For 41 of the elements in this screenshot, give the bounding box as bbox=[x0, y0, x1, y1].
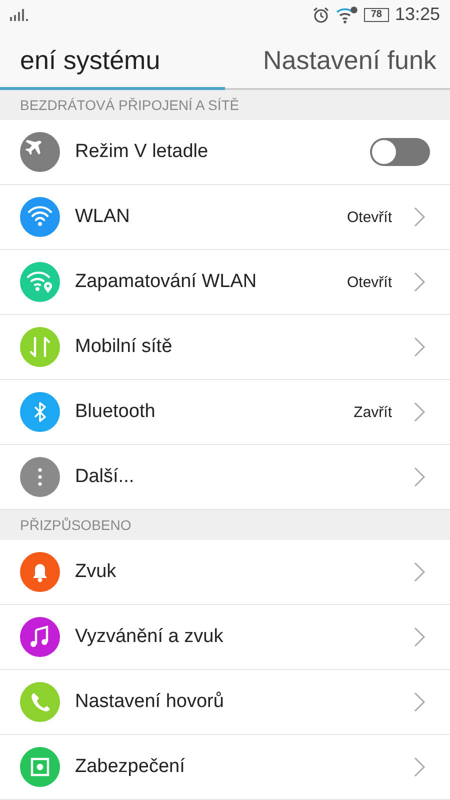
settings-item[interactable]: Nastavení hovorů bbox=[0, 670, 450, 735]
toggle-switch[interactable] bbox=[370, 138, 430, 166]
alarm-clock-icon bbox=[312, 6, 330, 24]
item-label: Vyzvánění a zvuk bbox=[75, 626, 224, 648]
settings-item[interactable]: Další... bbox=[0, 445, 450, 510]
chevron-icon bbox=[414, 757, 426, 777]
settings-item[interactable]: Režim V letadle bbox=[0, 120, 450, 185]
item-value: Zavřít bbox=[354, 404, 392, 420]
settings-item[interactable]: Vyzvánění a zvuk bbox=[0, 605, 450, 670]
item-value: Otevřít bbox=[346, 274, 392, 290]
wifi-icon bbox=[336, 6, 358, 24]
item-label: Mobilní sítě bbox=[75, 336, 174, 358]
chevron-icon bbox=[414, 562, 426, 582]
item-label: Zapamatování WLAN bbox=[75, 271, 258, 293]
chevron-icon bbox=[414, 402, 426, 422]
item-label: WLAN bbox=[75, 206, 131, 228]
settings-item[interactable]: Zapamatování WLAN Otevřít bbox=[0, 250, 450, 315]
settings-item[interactable]: Bluetooth Zavřít bbox=[0, 380, 450, 445]
item-label: Nastavení hovorů bbox=[75, 691, 225, 713]
tab[interactable]: Nastavení funk bbox=[225, 30, 450, 88]
item-value: Otevřít bbox=[346, 208, 392, 226]
section-header: BEZDRÁTOVÁ PŘIPOJENÍ A SÍTĚ bbox=[0, 90, 450, 120]
signal-icon bbox=[10, 8, 30, 21]
settings-item[interactable]: WLAN Otevřít bbox=[0, 185, 450, 250]
chevron-icon bbox=[414, 692, 426, 712]
clock-time: 13:25 bbox=[394, 4, 440, 26]
chevron-icon bbox=[414, 467, 426, 487]
settings-item[interactable]: Zvuk bbox=[0, 540, 450, 605]
item-label: Zvuk bbox=[75, 561, 118, 583]
chevron-icon bbox=[414, 337, 426, 357]
item-label: Další... bbox=[75, 466, 136, 488]
battery-level: 78 bbox=[364, 8, 389, 22]
chevron-icon bbox=[414, 207, 426, 227]
chevron-icon bbox=[414, 272, 426, 292]
item-label: Režim V letadle bbox=[75, 141, 210, 163]
settings-item[interactable]: Zabezpečení bbox=[0, 735, 450, 800]
item-label: Zabezpečení bbox=[75, 756, 186, 778]
chevron-icon bbox=[414, 627, 426, 647]
item-label: Bluetooth bbox=[75, 401, 156, 423]
settings-item[interactable]: Mobilní sítě bbox=[0, 315, 450, 380]
section-header: PŘIZPŮSOBENO bbox=[0, 510, 450, 540]
